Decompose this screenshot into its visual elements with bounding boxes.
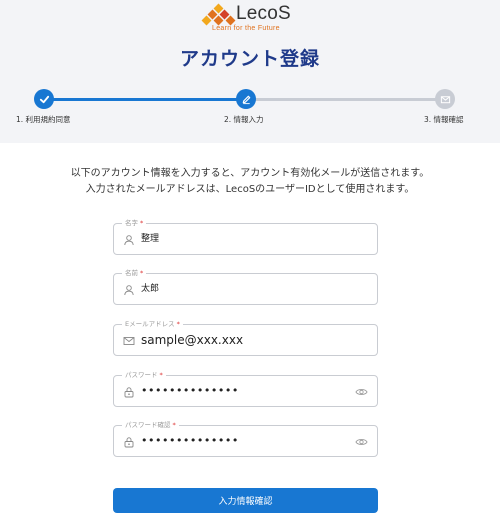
last-name-field[interactable]: 名字 * 整理 bbox=[113, 218, 378, 255]
logo-name: LecoS bbox=[236, 3, 291, 24]
step-3-label: 3. 情報確認 bbox=[424, 115, 464, 124]
pencil-icon bbox=[242, 95, 250, 104]
password-field[interactable]: パスワード * •••••••••••••• bbox=[113, 370, 378, 407]
step-1-circle bbox=[34, 89, 54, 109]
step-2-circle bbox=[236, 89, 256, 109]
intro-line-1: 以下のアカウント情報を入力すると、アカウント有効化メールが送信されます。 bbox=[70, 168, 430, 179]
mail-icon bbox=[123, 337, 135, 345]
lock-icon bbox=[124, 387, 134, 398]
page-title: アカウント登録 bbox=[179, 48, 320, 70]
password-value: •••••••••••••• bbox=[141, 384, 239, 397]
email-field[interactable]: Eメールアドレス * sample@xxx.xxx bbox=[113, 319, 378, 356]
email-value: sample@xxx.xxx bbox=[141, 333, 244, 347]
mail-icon bbox=[440, 95, 450, 103]
password-confirm-field[interactable]: パスワード確認 * •••••••••••••• bbox=[113, 420, 378, 457]
check-icon bbox=[39, 95, 49, 103]
logo: LecoS Learn for the Future bbox=[201, 3, 291, 33]
person-icon bbox=[124, 285, 134, 296]
first-name-value: 太郎 bbox=[141, 284, 160, 294]
first-name-field[interactable]: 名前 * 太郎 bbox=[113, 268, 378, 305]
step-3-circle bbox=[435, 89, 455, 109]
confirm-input-button[interactable]: 入力情報確認 bbox=[113, 488, 378, 513]
last-name-value: 整理 bbox=[141, 234, 160, 244]
password-confirm-value: •••••••••••••• bbox=[141, 434, 239, 447]
intro-text: 以下のアカウント情報を入力すると、アカウント有効化メールが送信されます。 入力さ… bbox=[0, 166, 500, 198]
stepper-progress-line bbox=[44, 98, 244, 101]
step-1-label: 1. 利用規約同意 bbox=[16, 115, 71, 124]
eye-icon[interactable] bbox=[355, 387, 368, 397]
person-icon bbox=[124, 235, 134, 246]
lock-icon bbox=[124, 437, 134, 448]
logo-mark-icon bbox=[201, 3, 236, 27]
stepper-remaining-line bbox=[246, 98, 445, 101]
step-2-label: 2. 情報入力 bbox=[224, 115, 264, 124]
intro-line-2: 入力されたメールアドレスは、LecoSのユーザーIDとして使用されます。 bbox=[85, 184, 415, 195]
eye-icon[interactable] bbox=[355, 437, 368, 447]
